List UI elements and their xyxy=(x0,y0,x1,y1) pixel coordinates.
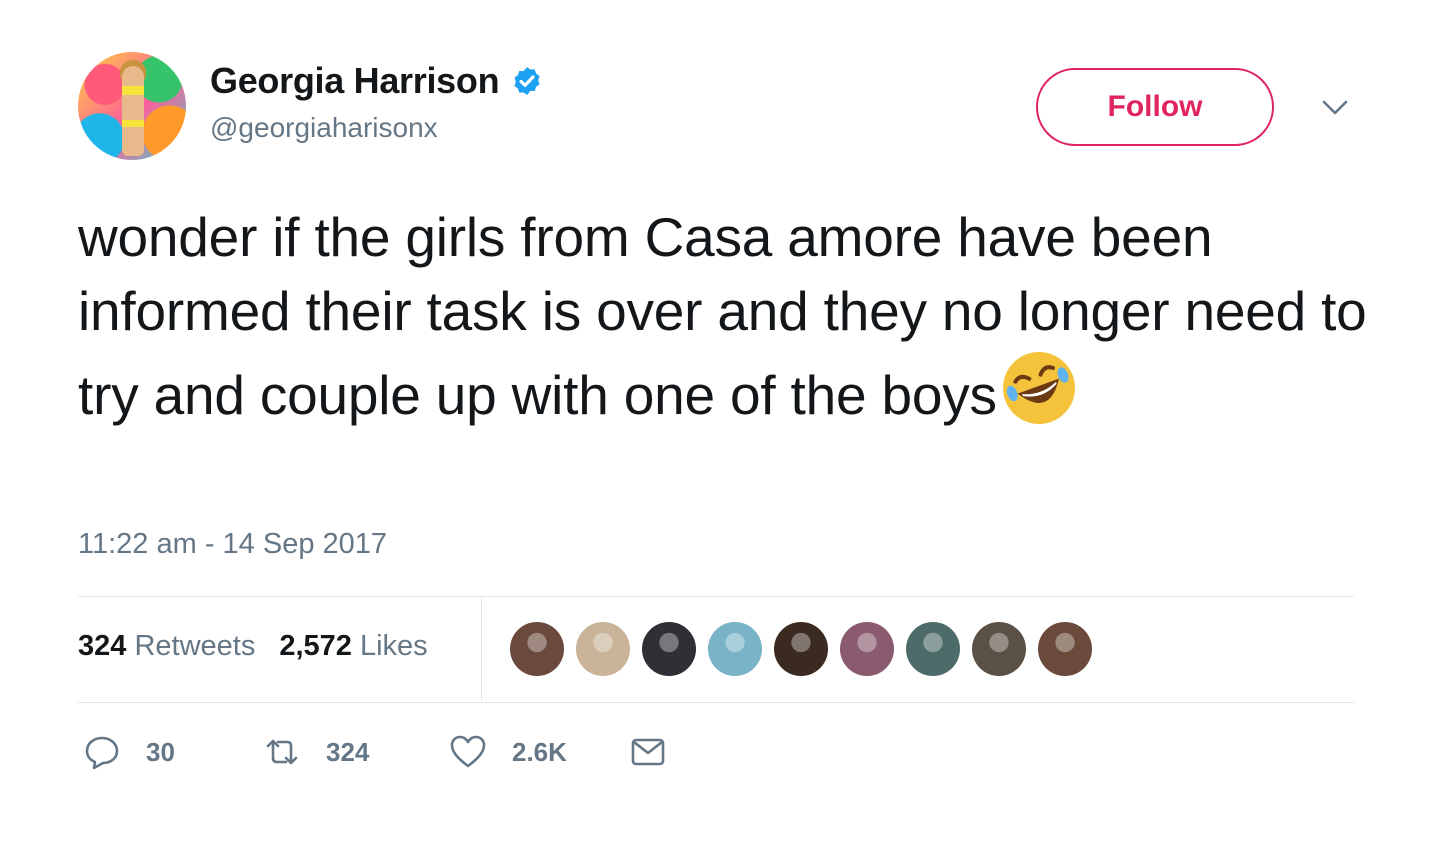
liker-avatar[interactable] xyxy=(972,622,1026,676)
liker-avatar[interactable] xyxy=(840,622,894,676)
retweets-stat-label: Retweets xyxy=(134,630,256,662)
tweet-body: wonder if the girls from Casa amore have… xyxy=(78,200,1378,432)
like-action[interactable]: 2.6K xyxy=(448,732,628,772)
liker-avatar[interactable] xyxy=(642,622,696,676)
reply-count: 30 xyxy=(146,736,175,767)
retweets-stat[interactable]: 324 Retweets xyxy=(78,630,255,663)
liker-avatar[interactable] xyxy=(774,622,828,676)
liker-avatar[interactable] xyxy=(708,622,762,676)
author-name-row: Georgia Harrison xyxy=(210,60,543,102)
likes-stat-label: Likes xyxy=(359,630,428,662)
direct-message-action[interactable] xyxy=(628,732,668,772)
tweet-stats: 324 Retweets 2,572 Likes xyxy=(78,630,428,663)
liker-avatar[interactable] xyxy=(510,622,564,676)
liker-avatar[interactable] xyxy=(576,622,630,676)
divider-top xyxy=(78,596,1354,597)
avatar[interactable] xyxy=(78,52,186,160)
liker-avatars xyxy=(510,622,1104,676)
liker-avatar[interactable] xyxy=(906,622,960,676)
retweet-action[interactable]: 324 xyxy=(262,732,448,772)
reply-action[interactable]: 30 xyxy=(82,732,262,772)
author-handle[interactable]: @georgiaharisonx xyxy=(210,112,438,144)
retweet-icon xyxy=(266,739,298,765)
follow-button[interactable]: Follow xyxy=(1036,68,1274,146)
like-count: 2.6K xyxy=(512,736,567,767)
retweet-count: 324 xyxy=(326,736,370,767)
liker-avatar[interactable] xyxy=(1038,622,1092,676)
chevron-down-icon[interactable] xyxy=(1320,96,1350,120)
likes-stat[interactable]: 2,572 Likes xyxy=(279,630,427,663)
stats-divider xyxy=(481,597,482,701)
avatar-figure xyxy=(122,66,144,156)
likes-stat-count: 2,572 xyxy=(279,630,352,662)
reply-icon xyxy=(85,736,119,770)
tweet-text: wonder if the girls from Casa amore have… xyxy=(78,206,1367,426)
rolling-laughing-emoji-icon xyxy=(1002,352,1075,424)
display-name[interactable]: Georgia Harrison xyxy=(210,60,500,102)
envelope-icon xyxy=(631,738,665,766)
heart-icon xyxy=(450,735,486,768)
tweet-timestamp[interactable]: 11:22 am - 14 Sep 2017 xyxy=(78,528,387,561)
tweet-actions: 30 324 2.6K xyxy=(82,732,668,772)
divider-bottom xyxy=(78,702,1354,703)
retweets-stat-count: 324 xyxy=(78,630,127,662)
verified-badge-icon xyxy=(514,67,540,95)
